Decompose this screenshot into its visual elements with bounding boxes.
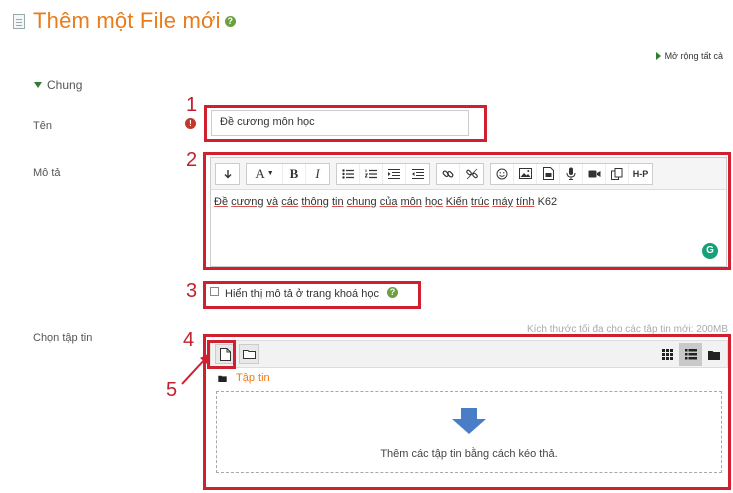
annotation-number-2: 2 bbox=[186, 149, 198, 171]
page-header: Thêm một File mới ? bbox=[13, 6, 236, 36]
annotation-box-1 bbox=[204, 105, 487, 142]
annotation-arrow bbox=[181, 353, 210, 385]
description-label: Mô tả bbox=[33, 167, 61, 179]
caret-down-icon bbox=[34, 82, 42, 88]
annotation-number-4: 4 bbox=[183, 329, 195, 351]
annotation-number-1: 1 bbox=[186, 94, 198, 116]
section-general-toggle[interactable]: Chung bbox=[34, 78, 82, 92]
expand-all-link[interactable]: Mở rộng tất cả bbox=[655, 51, 723, 61]
section-title: Chung bbox=[47, 78, 83, 92]
name-label: Tên bbox=[33, 120, 52, 132]
caret-right-icon bbox=[655, 52, 661, 60]
file-icon bbox=[13, 13, 25, 29]
annotation-number-5: 5 bbox=[166, 379, 178, 401]
help-icon[interactable]: ? bbox=[224, 15, 236, 27]
annotation-box-2 bbox=[203, 152, 731, 270]
page-title: Thêm một File mới bbox=[33, 8, 221, 33]
expand-all-label: Mở rộng tất cả bbox=[664, 51, 723, 61]
annotation-number-3: 3 bbox=[186, 280, 198, 302]
annotation-box-3 bbox=[203, 281, 421, 309]
annotation-box-4 bbox=[203, 334, 731, 490]
required-icon: ! bbox=[185, 118, 196, 129]
files-label: Chọn tập tin bbox=[33, 332, 93, 344]
